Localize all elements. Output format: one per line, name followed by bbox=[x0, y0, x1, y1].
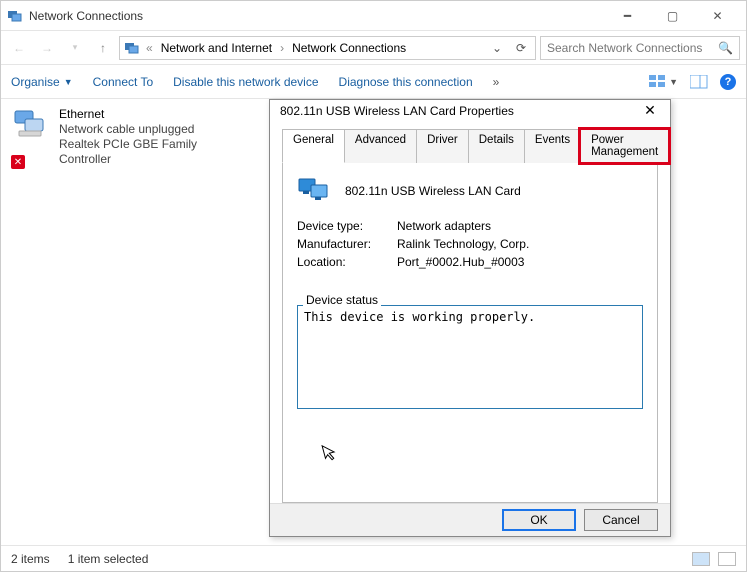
refresh-button[interactable]: ⟳ bbox=[511, 41, 531, 55]
address-dropdown[interactable]: ⌄ bbox=[487, 41, 507, 55]
window-titlebar: Network Connections ━ ▢ ✕ bbox=[1, 1, 746, 31]
value-location: Port_#0002.Hub_#0003 bbox=[397, 255, 524, 269]
adapter-icon: ✕ bbox=[11, 107, 51, 167]
more-commands[interactable]: » bbox=[493, 75, 500, 89]
recent-dropdown[interactable]: ▾ bbox=[63, 36, 87, 60]
status-selected-count: 1 item selected bbox=[68, 552, 149, 566]
device-status-text[interactable] bbox=[297, 305, 643, 409]
tab-power-management[interactable]: Power Management bbox=[580, 129, 669, 163]
chevron-right-icon: › bbox=[278, 41, 286, 55]
app-icon bbox=[7, 8, 23, 24]
status-bar: 2 items 1 item selected bbox=[1, 545, 746, 571]
dialog-titlebar: 802.11n USB Wireless LAN Card Properties… bbox=[270, 100, 670, 122]
dialog-close-button[interactable]: ✕ bbox=[640, 102, 660, 119]
search-input[interactable]: Search Network Connections 🔍 bbox=[540, 36, 740, 60]
breadcrumb-part[interactable]: Network and Internet bbox=[159, 41, 274, 55]
large-icons-view-button[interactable] bbox=[718, 552, 736, 566]
command-bar: Organise▼ Connect To Disable this networ… bbox=[1, 65, 746, 99]
back-button[interactable]: ← bbox=[7, 36, 31, 60]
device-name: 802.11n USB Wireless LAN Card bbox=[345, 184, 521, 198]
view-options-button[interactable]: ▼ bbox=[649, 75, 678, 89]
tab-general[interactable]: General bbox=[282, 129, 345, 163]
navigation-bar: ← → ▾ ↑ « Network and Internet › Network… bbox=[1, 31, 746, 65]
cancel-button[interactable]: Cancel bbox=[584, 509, 658, 531]
tab-driver[interactable]: Driver bbox=[416, 129, 469, 163]
diagnose-button[interactable]: Diagnose this connection bbox=[339, 75, 473, 89]
location-icon bbox=[124, 40, 140, 56]
adapter-name: Ethernet bbox=[59, 107, 251, 122]
connect-to-button[interactable]: Connect To bbox=[93, 75, 154, 89]
status-item-count: 2 items bbox=[11, 552, 50, 566]
help-icon[interactable]: ? bbox=[720, 74, 736, 90]
adapter-device: Realtek PCIe GBE Family Controller bbox=[59, 137, 251, 167]
forward-button[interactable]: → bbox=[35, 36, 59, 60]
error-badge-icon: ✕ bbox=[11, 155, 25, 169]
value-device-type: Network adapters bbox=[397, 219, 491, 233]
value-manufacturer: Ralink Technology, Corp. bbox=[397, 237, 529, 251]
search-placeholder: Search Network Connections bbox=[547, 41, 712, 55]
adapter-item-ethernet[interactable]: ✕ Ethernet Network cable unplugged Realt… bbox=[1, 99, 261, 175]
label-device-status: Device status bbox=[303, 293, 381, 307]
ok-button[interactable]: OK bbox=[502, 509, 576, 531]
dialog-button-row: OK Cancel bbox=[270, 503, 670, 536]
breadcrumb-part[interactable]: Network Connections bbox=[290, 41, 408, 55]
window-title: Network Connections bbox=[29, 9, 605, 23]
details-view-button[interactable] bbox=[692, 552, 710, 566]
search-icon: 🔍 bbox=[718, 41, 733, 55]
mouse-cursor-icon bbox=[321, 441, 339, 462]
disable-device-button[interactable]: Disable this network device bbox=[173, 75, 318, 89]
label-location: Location: bbox=[297, 255, 397, 269]
label-manufacturer: Manufacturer: bbox=[297, 237, 397, 251]
organise-menu[interactable]: Organise▼ bbox=[11, 75, 73, 89]
device-icon bbox=[297, 177, 333, 205]
breadcrumb-sep: « bbox=[144, 41, 155, 55]
chevron-down-icon: ▼ bbox=[64, 77, 73, 87]
dialog-title: 802.11n USB Wireless LAN Card Properties bbox=[280, 104, 640, 118]
address-bar[interactable]: « Network and Internet › Network Connect… bbox=[119, 36, 536, 60]
dialog-tabs: General Advanced Driver Details Events P… bbox=[282, 128, 658, 163]
tab-details[interactable]: Details bbox=[468, 129, 525, 163]
adapter-status: Network cable unplugged bbox=[59, 122, 251, 137]
minimize-button[interactable]: ━ bbox=[605, 2, 650, 30]
tab-panel-general: 802.11n USB Wireless LAN Card Device typ… bbox=[282, 163, 658, 503]
tab-events[interactable]: Events bbox=[524, 129, 581, 163]
properties-dialog: 802.11n USB Wireless LAN Card Properties… bbox=[269, 99, 671, 537]
preview-pane-button[interactable] bbox=[690, 75, 708, 89]
label-device-type: Device type: bbox=[297, 219, 397, 233]
up-button[interactable]: ↑ bbox=[91, 36, 115, 60]
close-button[interactable]: ✕ bbox=[695, 2, 740, 30]
tab-advanced[interactable]: Advanced bbox=[344, 129, 417, 163]
maximize-button[interactable]: ▢ bbox=[650, 2, 695, 30]
